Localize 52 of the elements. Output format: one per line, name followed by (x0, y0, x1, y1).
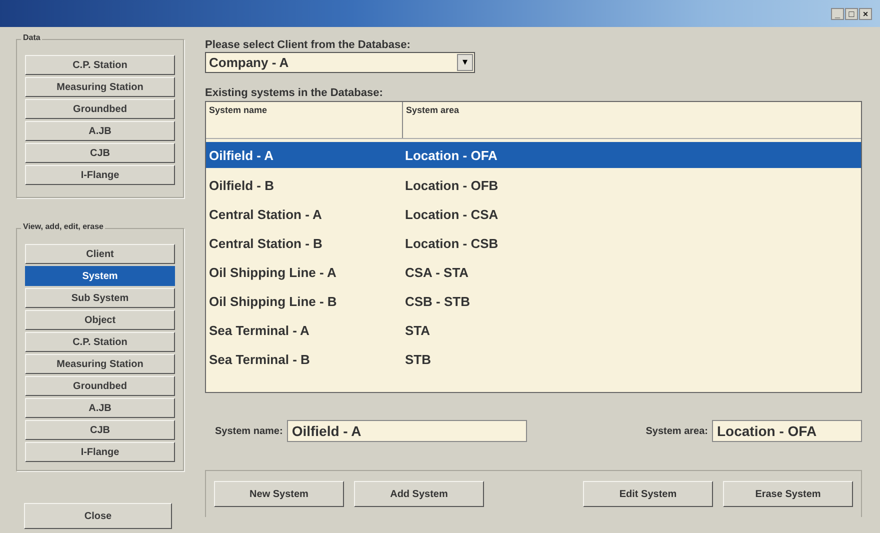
field-label: System area: (646, 426, 708, 436)
table-cell-text: Location - OFB (405, 178, 500, 193)
close-button[interactable]: × (859, 8, 872, 20)
view-button[interactable]: Object (25, 310, 175, 330)
table-cell-text: Oil Shipping Line - B (208, 294, 338, 309)
client-dropdown[interactable]: Company - A ▾ (205, 52, 475, 73)
table-cell-text: Location - CSB (405, 236, 500, 251)
column-header: System name (206, 102, 403, 138)
field-label: Please select Client from the Database: (205, 39, 412, 51)
table-cell-text: Central Station - B (208, 236, 324, 251)
table-cell-text: Location - CSA (405, 207, 500, 222)
text-field[interactable]: Oilfield - A (286, 420, 527, 442)
maximize-button[interactable]: □ (845, 8, 858, 20)
text-field[interactable]: Location - OFA (712, 420, 862, 442)
view-button[interactable]: CJB (25, 420, 175, 440)
table-cell-text: Sea Terminal - A (208, 323, 310, 338)
data-button[interactable]: CJB (25, 143, 175, 163)
action-button[interactable]: Edit System (583, 481, 713, 507)
table-cell-text: Oilfield - A (208, 148, 275, 162)
data-button[interactable]: Groundbed (25, 99, 175, 119)
table-cell-text: Location - OFA (405, 148, 498, 162)
table-cell-text: STB (405, 352, 432, 367)
action-button[interactable]: Erase System (723, 481, 853, 507)
data-button[interactable]: C.P. Station (25, 55, 175, 75)
data-button[interactable]: A.JB (25, 121, 175, 141)
view-button[interactable]: Measuring Station (25, 354, 175, 374)
table-cell-text: Oil Shipping Line - A (208, 265, 338, 280)
table-cell-text: CSB - STB (405, 294, 471, 309)
view-button[interactable]: Client (25, 244, 175, 264)
column-header: System area (405, 104, 460, 117)
data-button[interactable]: I-Flange (25, 165, 175, 185)
minimize-button[interactable]: _ (831, 8, 844, 20)
list-label: Existing systems in the Database: (205, 87, 384, 99)
action-button[interactable]: New System (214, 481, 344, 507)
group-title: View, add, edit, erase (21, 222, 106, 231)
view-button[interactable]: System (25, 266, 175, 286)
table-cell-text: CSA - STA (405, 265, 470, 280)
view-button[interactable]: A.JB (25, 398, 175, 418)
table-cell-text: Oilfield - B (208, 178, 275, 193)
field-label: System name: (215, 426, 283, 436)
view-button[interactable]: Sub System (25, 288, 175, 308)
view-button[interactable]: I-Flange (25, 442, 175, 462)
close-button[interactable]: Close (24, 503, 172, 529)
table-cell-text: STA (405, 323, 432, 338)
table-cell-text: Central Station - A (208, 207, 323, 222)
view-button[interactable]: Groundbed (25, 376, 175, 396)
data-button[interactable]: Measuring Station (25, 77, 175, 97)
selected-row[interactable]: Oilfield - A Location - OFA (206, 142, 861, 168)
action-button[interactable]: Add System (354, 481, 484, 507)
table-cell-text: Sea Terminal - B (208, 352, 311, 367)
view-button[interactable]: C.P. Station (25, 332, 175, 352)
group-title: Data (21, 33, 42, 42)
